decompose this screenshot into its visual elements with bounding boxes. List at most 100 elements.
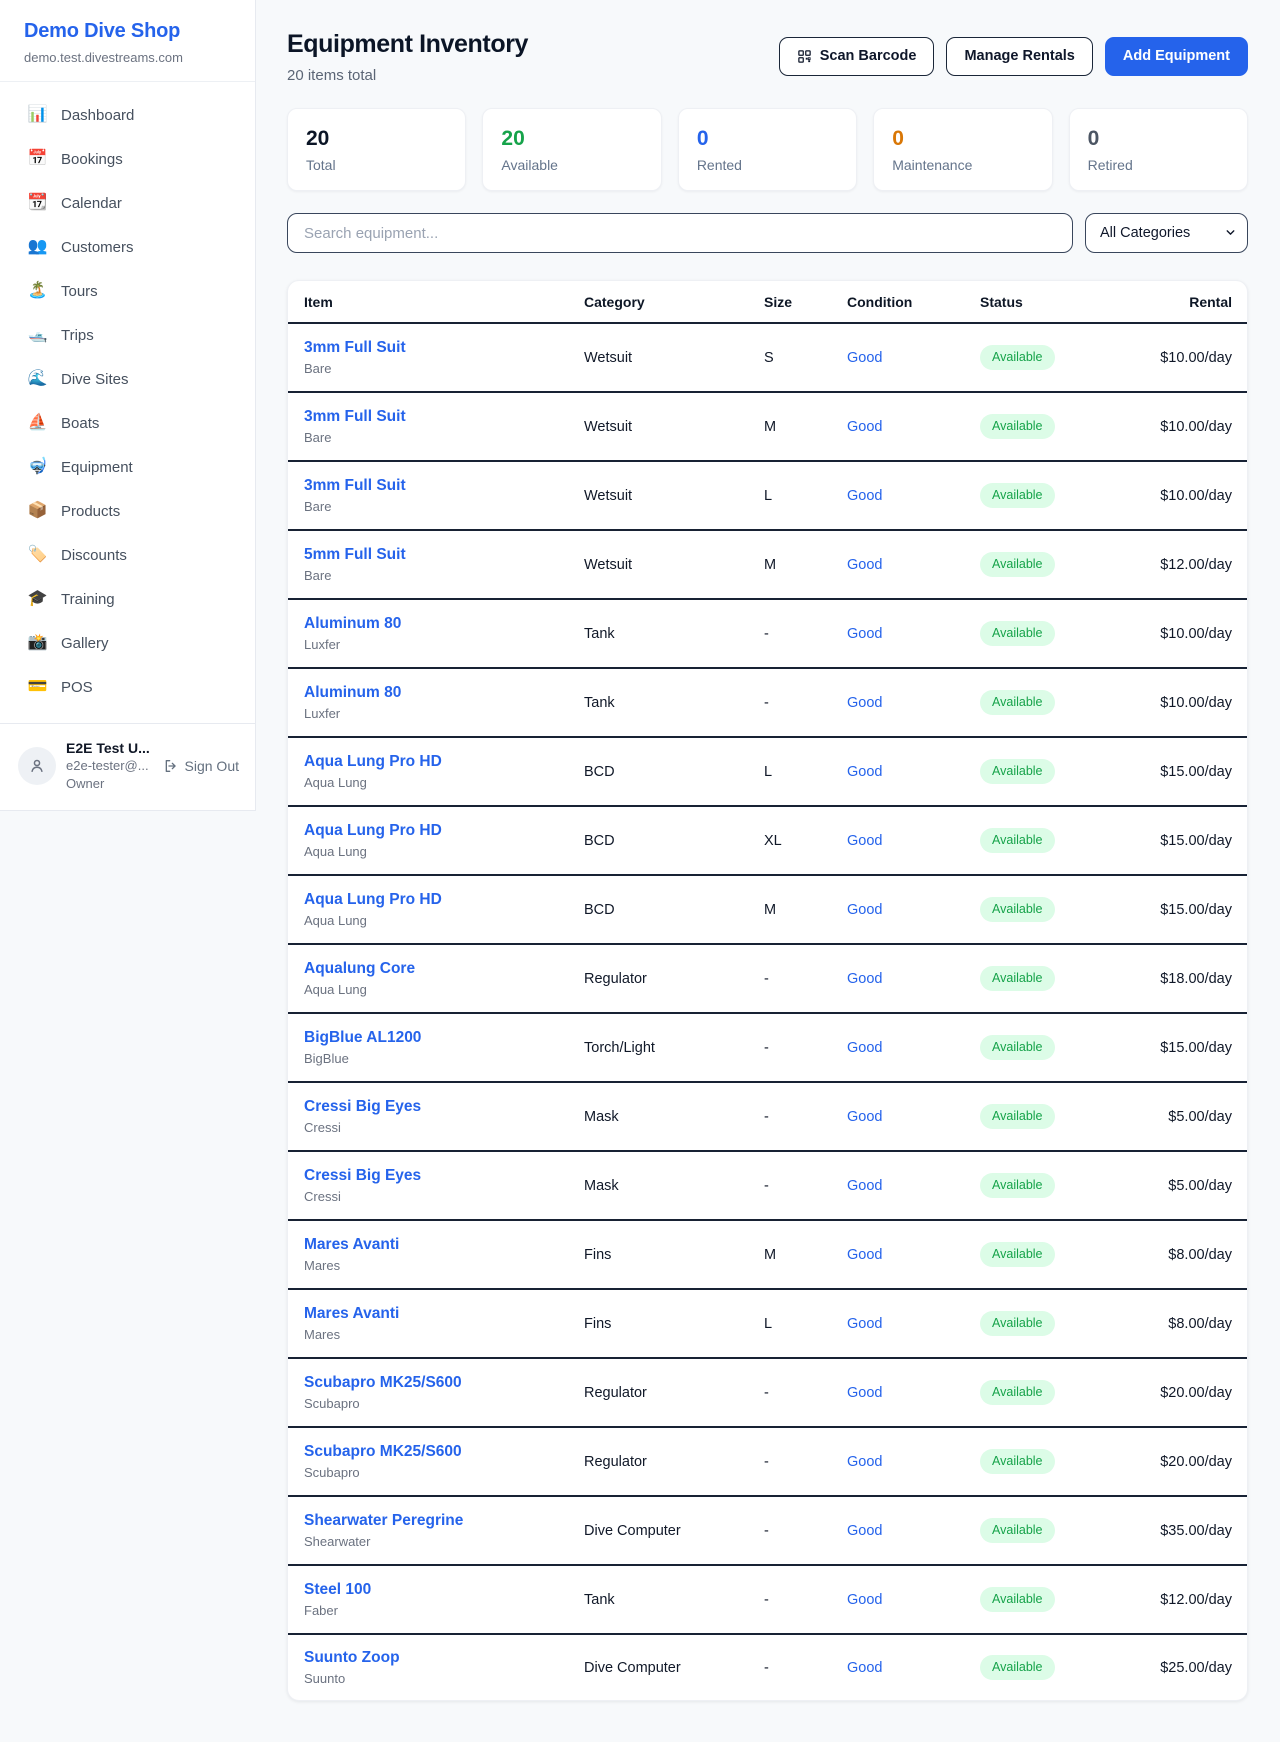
item-size: M — [764, 875, 847, 944]
item-condition-link[interactable]: Good — [847, 1660, 882, 1676]
item-name-link[interactable]: Mares Avanti — [304, 1235, 584, 1255]
item-name-link[interactable]: Cressi Big Eyes — [304, 1166, 584, 1186]
item-condition-link[interactable]: Good — [847, 557, 882, 573]
item-brand: Mares — [304, 1258, 584, 1274]
status-badge: Available — [980, 552, 1055, 577]
item-name-link[interactable]: BigBlue AL1200 — [304, 1028, 584, 1048]
item-brand: Aqua Lung — [304, 844, 584, 860]
sidebar-item-label: Discounts — [61, 547, 127, 564]
item-size: - — [764, 1565, 847, 1634]
item-condition-link[interactable]: Good — [847, 764, 882, 780]
item-condition-link[interactable]: Good — [847, 695, 882, 711]
item-category: Fins — [584, 1289, 764, 1358]
item-rental-rate: $10.00/day — [1120, 461, 1247, 530]
item-size: L — [764, 461, 847, 530]
table-row: Cressi Big Eyes Cressi Mask - Good Avail… — [288, 1082, 1247, 1151]
item-category: Mask — [584, 1151, 764, 1220]
item-category: Wetsuit — [584, 323, 764, 392]
table-row: 3mm Full Suit Bare Wetsuit M Good Availa… — [288, 392, 1247, 461]
item-size: - — [764, 1358, 847, 1427]
manage-rentals-label: Manage Rentals — [964, 48, 1074, 64]
calendar-pad-icon: 📆 — [27, 195, 48, 211]
item-brand: BigBlue — [304, 1051, 584, 1067]
item-condition-link[interactable]: Good — [847, 1454, 882, 1470]
search-input[interactable] — [287, 213, 1073, 253]
item-name-link[interactable]: Cressi Big Eyes — [304, 1097, 584, 1117]
scan-barcode-button[interactable]: Scan Barcode — [779, 37, 935, 76]
status-badge: Available — [980, 621, 1055, 646]
item-rental-rate: $10.00/day — [1120, 392, 1247, 461]
item-name-link[interactable]: Aqua Lung Pro HD — [304, 890, 584, 910]
item-name-link[interactable]: Scubapro MK25/S600 — [304, 1442, 584, 1462]
stat-value: 20 — [501, 126, 642, 152]
sidebar-item-label: Products — [61, 503, 120, 520]
item-name-link[interactable]: 5mm Full Suit — [304, 545, 584, 565]
table-row: Aqua Lung Pro HD Aqua Lung BCD XL Good A… — [288, 806, 1247, 875]
item-name-link[interactable]: Mares Avanti — [304, 1304, 584, 1324]
sign-out-button[interactable]: Sign Out — [163, 758, 241, 774]
item-category: Regulator — [584, 1358, 764, 1427]
sidebar-nav: 📊 Dashboard 📅 Bookings 📆 Calendar 👥 Cust… — [0, 82, 255, 723]
item-condition-link[interactable]: Good — [847, 1385, 882, 1401]
status-badge: Available — [980, 1242, 1055, 1267]
item-condition-link[interactable]: Good — [847, 626, 882, 642]
item-condition-link[interactable]: Good — [847, 1109, 882, 1125]
item-size: - — [764, 1496, 847, 1565]
item-category: Dive Computer — [584, 1496, 764, 1565]
item-rental-rate: $15.00/day — [1120, 1013, 1247, 1082]
item-name-link[interactable]: Aqua Lung Pro HD — [304, 821, 584, 841]
item-name-link[interactable]: Suunto Zoop — [304, 1648, 584, 1668]
category-select[interactable]: All Categories — [1085, 213, 1248, 253]
status-badge: Available — [980, 1655, 1055, 1680]
item-name-link[interactable]: Aqua Lung Pro HD — [304, 752, 584, 772]
item-name-link[interactable]: Aqualung Core — [304, 959, 584, 979]
item-size: - — [764, 944, 847, 1013]
column-header-condition: Condition — [847, 281, 980, 323]
item-condition-link[interactable]: Good — [847, 833, 882, 849]
status-badge: Available — [980, 1587, 1055, 1612]
item-name-link[interactable]: 3mm Full Suit — [304, 407, 584, 427]
column-header-size: Size — [764, 281, 847, 323]
item-name-link[interactable]: 3mm Full Suit — [304, 338, 584, 358]
status-badge: Available — [980, 1380, 1055, 1405]
item-brand: Luxfer — [304, 706, 584, 722]
item-condition-link[interactable]: Good — [847, 1316, 882, 1332]
item-condition-link[interactable]: Good — [847, 902, 882, 918]
status-badge: Available — [980, 690, 1055, 715]
sidebar-item-label: Tours — [61, 283, 98, 300]
status-badge: Available — [980, 1173, 1055, 1198]
table-row: Mares Avanti Mares Fins L Good Available… — [288, 1289, 1247, 1358]
item-name-link[interactable]: Aluminum 80 — [304, 614, 584, 634]
item-condition-link[interactable]: Good — [847, 1247, 882, 1263]
brand-title[interactable]: Demo Dive Shop — [24, 20, 231, 43]
add-equipment-button[interactable]: Add Equipment — [1105, 37, 1248, 76]
item-rental-rate: $15.00/day — [1120, 737, 1247, 806]
status-badge: Available — [980, 1104, 1055, 1129]
item-condition-link[interactable]: Good — [847, 1523, 882, 1539]
item-category: Regulator — [584, 1427, 764, 1496]
item-condition-link[interactable]: Good — [847, 1592, 882, 1608]
sidebar-item-label: Boats — [61, 415, 99, 432]
item-name-link[interactable]: Aluminum 80 — [304, 683, 584, 703]
stat-label: Total — [306, 157, 447, 173]
item-condition-link[interactable]: Good — [847, 419, 882, 435]
item-name-link[interactable]: Steel 100 — [304, 1580, 584, 1600]
avatar — [18, 747, 56, 785]
item-rental-rate: $18.00/day — [1120, 944, 1247, 1013]
item-brand: Shearwater — [304, 1534, 584, 1550]
item-category: Dive Computer — [584, 1634, 764, 1700]
item-name-link[interactable]: Scubapro MK25/S600 — [304, 1373, 584, 1393]
item-name-link[interactable]: Shearwater Peregrine — [304, 1511, 584, 1531]
item-condition-link[interactable]: Good — [847, 1178, 882, 1194]
item-rental-rate: $5.00/day — [1120, 1151, 1247, 1220]
user-block: E2E Test U... e2e-tester@... Owner Sign … — [0, 723, 255, 810]
item-name-link[interactable]: 3mm Full Suit — [304, 476, 584, 496]
item-condition-link[interactable]: Good — [847, 488, 882, 504]
manage-rentals-button[interactable]: Manage Rentals — [946, 37, 1092, 76]
item-condition-link[interactable]: Good — [847, 350, 882, 366]
item-condition-link[interactable]: Good — [847, 1040, 882, 1056]
item-brand: Suunto — [304, 1671, 584, 1687]
table-row: Aqua Lung Pro HD Aqua Lung BCD L Good Av… — [288, 737, 1247, 806]
item-condition-link[interactable]: Good — [847, 971, 882, 987]
table-row: Aqua Lung Pro HD Aqua Lung BCD M Good Av… — [288, 875, 1247, 944]
